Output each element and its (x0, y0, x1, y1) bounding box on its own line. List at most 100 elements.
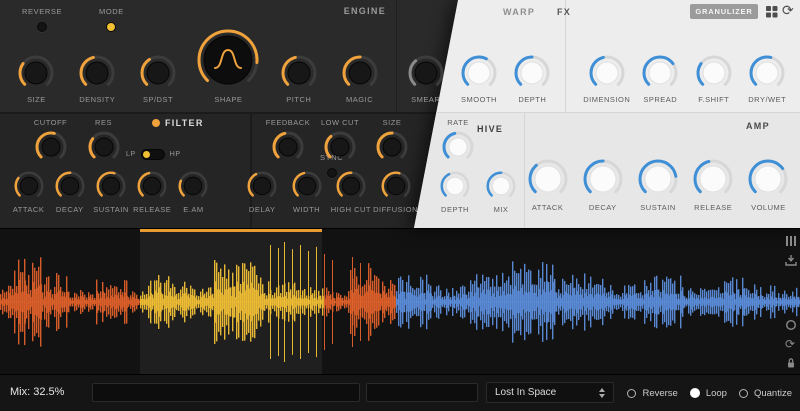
dry-wet-knob[interactable] (749, 55, 785, 91)
reverse-toggle-label: REVERSE (22, 7, 63, 16)
lp-hp-filter-switch[interactable]: LP HP (126, 149, 181, 160)
circle-icon[interactable] (785, 319, 797, 331)
dark-horizontal-divider (0, 112, 437, 114)
footer-display-field-1[interactable] (92, 383, 360, 402)
waveform-svg (0, 242, 800, 362)
f-shift-knob[interactable] (696, 55, 732, 91)
depth-knob[interactable] (440, 171, 470, 201)
footer-display-field-2[interactable] (366, 383, 478, 402)
width-knob[interactable] (292, 171, 322, 201)
playback-mode-radio-group: Reverse Loop Quantize (627, 375, 792, 411)
preset-selector[interactable]: Lost In Space (486, 382, 614, 403)
mode-toggle-label: MODE (99, 7, 124, 16)
f-shift-knob-label: F.SHIFT (698, 95, 730, 104)
depth-knob[interactable] (514, 55, 550, 91)
waveform-tools-top (785, 235, 797, 266)
filter-enable-dot[interactable] (152, 119, 160, 127)
volume-knob[interactable] (748, 159, 788, 199)
engine-smear-divider (396, 0, 397, 112)
radio-dot-reverse (627, 388, 637, 398)
attack-knob[interactable] (528, 159, 568, 199)
feedback-knob[interactable] (272, 131, 304, 163)
import-icon[interactable] (785, 254, 797, 266)
radio-quantize[interactable]: Quantize (738, 387, 792, 399)
fx-panel-title: FX (557, 7, 572, 17)
sp-dst-knob[interactable] (140, 55, 176, 91)
footer-bar: Mix: 32.5% Lost In Space Reverse Loop Quan… (0, 374, 800, 411)
radio-loop[interactable]: Loop (689, 388, 727, 399)
attack-knob[interactable] (14, 171, 44, 201)
smear-knob-label: SMEAR (411, 95, 441, 104)
radio-dot-loop (689, 388, 700, 398)
hive-rate-knob: RATE (436, 118, 480, 168)
filter-head-knob-row: CUTOFF RES (24, 118, 130, 168)
decay-knob-label: DECAY (588, 203, 617, 212)
amp-knob-row: ATTACK DECAY SUSTAIN RELEASE VOLUME (520, 156, 796, 212)
release-knob[interactable] (137, 171, 167, 201)
magic-knob[interactable] (342, 55, 378, 91)
rate-knob[interactable] (442, 131, 474, 163)
diffusion-knob-label: DIFFUSION (373, 205, 418, 214)
shape-knob-label: SHAPE (214, 95, 243, 104)
release-knob[interactable] (693, 159, 733, 199)
engine-panel-title: ENGINE (343, 6, 386, 16)
size-knob[interactable] (376, 131, 408, 163)
waveform-display[interactable]: ⟳ (0, 228, 800, 374)
spread-knob[interactable] (642, 55, 678, 91)
size-knob-label: SIZE (27, 95, 46, 104)
high-cut-knob[interactable] (336, 171, 366, 201)
lock-icon[interactable] (785, 357, 797, 369)
low-cut-knob[interactable] (324, 131, 356, 163)
res-knob[interactable] (88, 131, 120, 163)
high-cut-knob-label: HIGH CUT (330, 205, 372, 214)
pitch-knob[interactable] (281, 55, 317, 91)
lp-hp-pill (140, 149, 165, 160)
filter-envelope-knob-row: ATTACK DECAY SUSTAIN RELEASE E.AM (8, 168, 214, 214)
waveform-tools-bottom: ⟳ (785, 319, 797, 369)
size-knob-label: SIZE (382, 118, 402, 127)
cutoff-knob-label: CUTOFF (33, 118, 68, 127)
sustain-knob[interactable] (96, 171, 126, 201)
smooth-knob-label: SMOOTH (461, 95, 497, 104)
selection-header-strip[interactable] (140, 229, 322, 232)
smooth-knob[interactable] (461, 55, 497, 91)
fx-knob-row: DIMENSION SPREAD F.SHIFT DRY/WET (580, 24, 794, 104)
rate-knob-label: RATE (447, 118, 469, 127)
refresh-icon[interactable]: ⟳ (782, 1, 794, 19)
bars-icon[interactable] (785, 235, 797, 247)
granulizer-mode-button[interactable]: GRANULIZER (690, 4, 758, 19)
radio-label-quantize: Quantize (753, 387, 792, 399)
shape-knob[interactable] (197, 29, 259, 91)
chevron-up-down-icon (599, 387, 605, 398)
delay-knob[interactable] (247, 171, 277, 201)
decay-knob[interactable] (583, 159, 623, 199)
hp-label: HP (169, 151, 181, 158)
spread-knob-label: SPREAD (643, 95, 678, 104)
lp-hp-pill-dot (142, 151, 150, 158)
engine-knob-row: SIZE DENSITY SP/DST SHAPE PITCH MAGIC (6, 24, 390, 104)
smear-knob[interactable] (408, 55, 444, 91)
hive-bottom-knob-row: DEPTH MIX (432, 168, 524, 214)
mix-knob[interactable] (486, 171, 516, 201)
cutoff-knob[interactable] (35, 131, 67, 163)
radio-label-reverse: Reverse (642, 387, 678, 399)
diffusion-knob[interactable] (381, 171, 411, 201)
res-knob-label: RES (95, 118, 112, 127)
preset-name: Lost In Space (495, 387, 557, 398)
sp-dst-knob-label: SP/DST (142, 95, 174, 104)
hive-panel-title: HIVE (477, 124, 504, 134)
depth-knob-label: DEPTH (441, 205, 469, 214)
e-am-knob[interactable] (178, 171, 208, 201)
dimension-knob[interactable] (589, 55, 625, 91)
filter-title-text: FILTER (165, 118, 204, 128)
e-am-knob-label: E.AM (183, 205, 204, 214)
decay-knob[interactable] (55, 171, 85, 201)
density-knob[interactable] (79, 55, 115, 91)
size-knob[interactable] (18, 55, 54, 91)
preset-blocks-icon[interactable] (765, 5, 778, 18)
refresh-icon[interactable]: ⟳ (785, 338, 797, 350)
radio-reverse[interactable]: Reverse (627, 387, 678, 399)
low-cut-knob-label: LOW CUT (320, 118, 360, 127)
sustain-knob[interactable] (638, 159, 678, 199)
sustain-knob-label: SUSTAIN (93, 205, 129, 214)
